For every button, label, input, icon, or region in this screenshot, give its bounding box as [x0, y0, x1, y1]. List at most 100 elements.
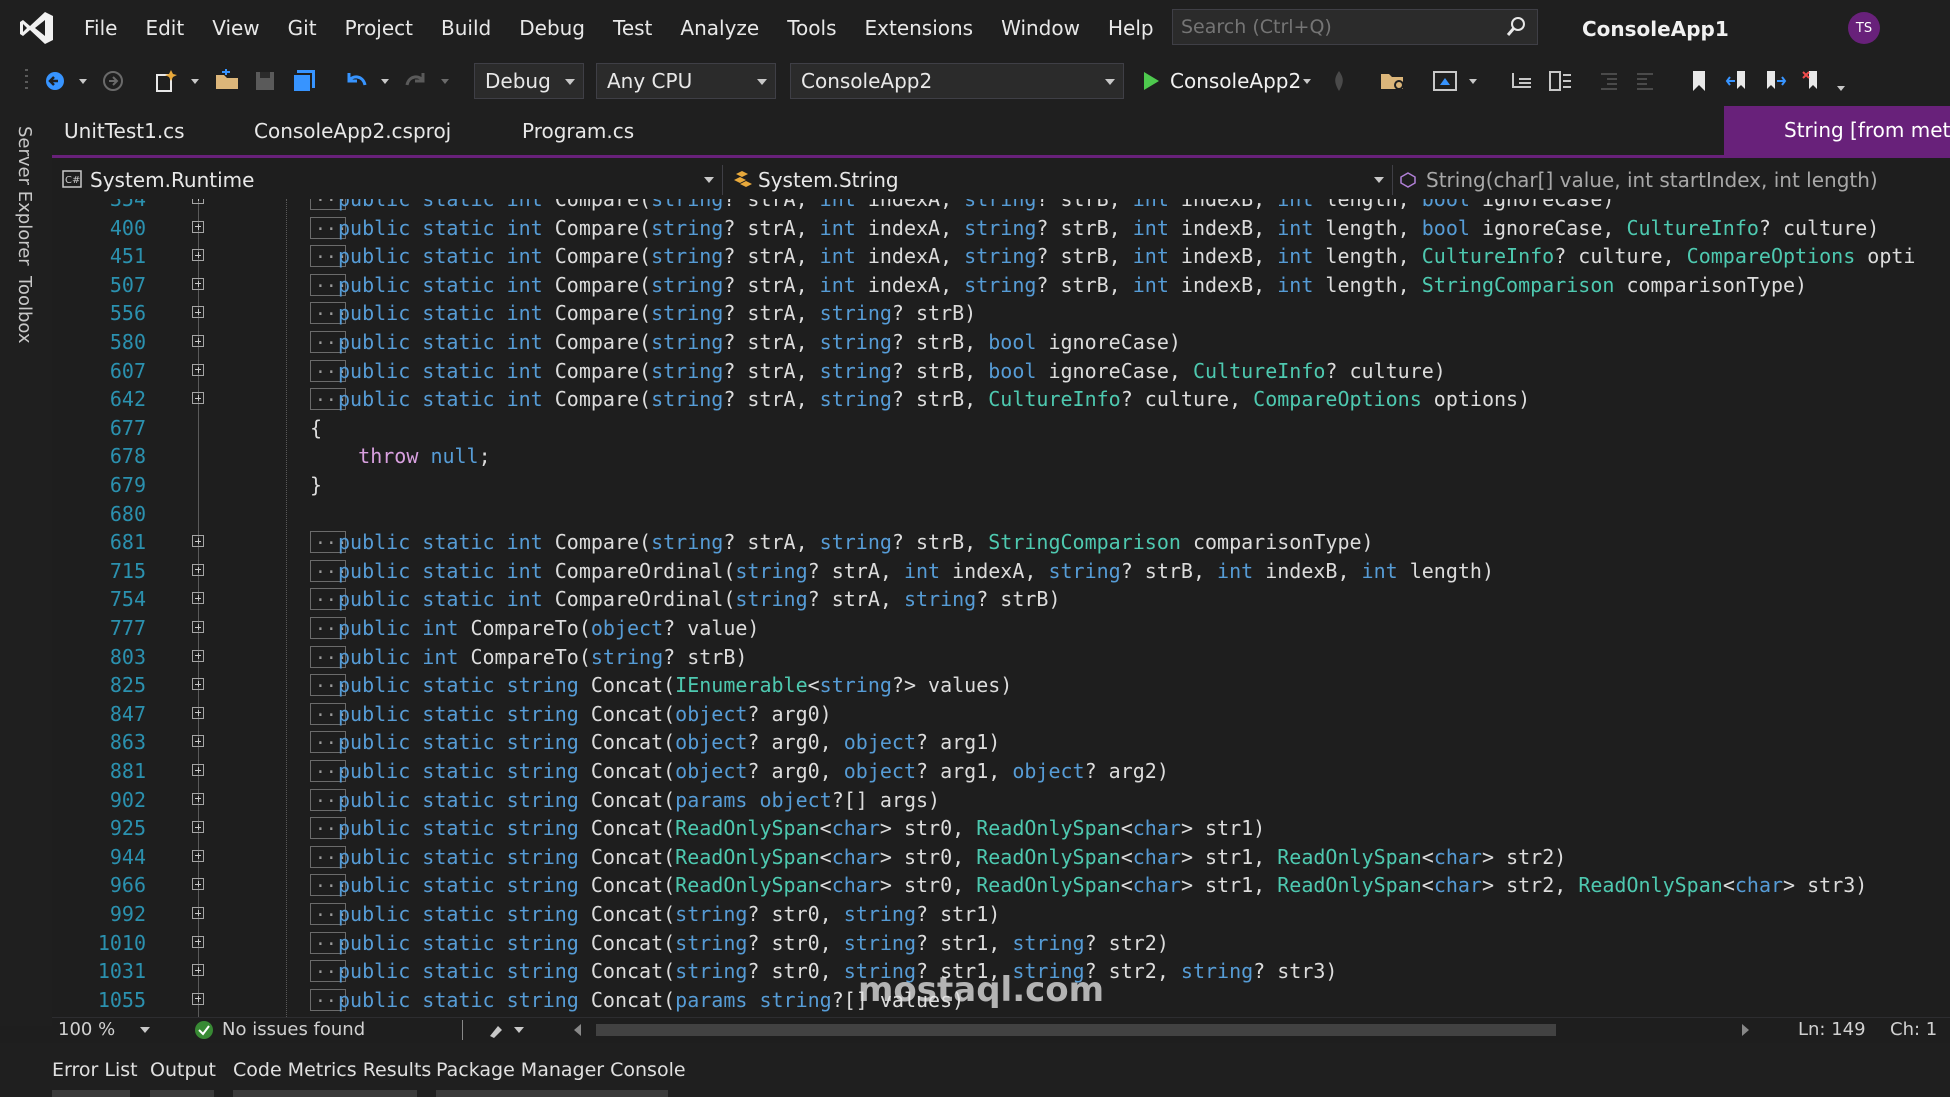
code-line[interactable]: 681 public static int Compare(string? str… — [52, 528, 1950, 557]
code-line[interactable]: 680 — [52, 500, 1950, 529]
code-line[interactable]: 679} — [52, 471, 1950, 500]
previous-bookmark-icon[interactable] — [1722, 56, 1752, 106]
save-all-icon[interactable] — [288, 56, 320, 106]
code-line[interactable]: 825 public static string Concat(IEnumerab… — [52, 671, 1950, 700]
toolbox-tab[interactable]: Toolbox — [14, 276, 35, 344]
code-line[interactable]: 1010 public static string Concat(string? … — [52, 929, 1950, 958]
save-icon[interactable] — [250, 56, 280, 106]
member-dropdown[interactable]: String(char[] value, int startIndex, int… — [1426, 161, 1878, 199]
outline-toggle-icon[interactable] — [192, 220, 204, 233]
start-debugging-icon[interactable] — [1138, 56, 1164, 106]
tab-unittest1[interactable]: UnitTest1.cs — [64, 106, 185, 156]
outline-toggle-icon[interactable] — [192, 849, 204, 862]
code-line[interactable]: 925 public static string Concat(ReadOnlyS… — [52, 814, 1950, 843]
solution-explorer-folder-icon[interactable] — [1376, 56, 1410, 106]
undo-icon[interactable] — [340, 56, 372, 106]
outline-toggle-icon[interactable] — [192, 706, 204, 719]
outline-toggle-icon[interactable] — [192, 878, 204, 891]
clear-bookmarks-icon[interactable] — [1798, 56, 1828, 106]
outline-toggle-icon[interactable] — [192, 335, 204, 347]
zoom-dropdown-icon[interactable] — [140, 1027, 150, 1033]
scroll-left-icon[interactable] — [574, 1024, 581, 1036]
outline-toggle-icon[interactable] — [192, 735, 204, 748]
search-box[interactable] — [1172, 9, 1538, 45]
line-indicator[interactable]: Ln: 149 — [1798, 1018, 1866, 1042]
code-line[interactable]: 754 public static int CompareOrdinal(stri… — [52, 585, 1950, 614]
code-line[interactable]: 507 public static int Compare(string? str… — [52, 271, 1950, 300]
outline-toggle-icon[interactable] — [192, 199, 204, 204]
start-dropdown-icon[interactable] — [1300, 56, 1314, 106]
configuration-select[interactable]: Debug — [474, 63, 584, 99]
horizontal-scrollbar[interactable] — [596, 1024, 1786, 1036]
code-line[interactable]: 863 public static string Concat(object? a… — [52, 728, 1950, 757]
type-dropdown[interactable]: System.String — [758, 161, 899, 199]
outline-toggle-icon[interactable] — [192, 621, 204, 633]
indent-icon[interactable] — [1630, 56, 1660, 106]
tab-output[interactable]: Output — [150, 1043, 216, 1097]
column-indicator[interactable]: Ch: 1 — [1890, 1018, 1937, 1042]
code-line[interactable]: 944 public static string Concat(ReadOnlyS… — [52, 843, 1950, 872]
toggle-file-icon[interactable] — [1544, 56, 1576, 106]
zoom-level[interactable]: 100 % — [58, 1018, 115, 1042]
menu-analyze[interactable]: Analyze — [666, 0, 773, 56]
outline-toggle-icon[interactable] — [192, 535, 204, 548]
code-line[interactable]: 1031 public static string Concat(string? … — [52, 957, 1950, 986]
outline-toggle-icon[interactable] — [192, 992, 204, 1005]
new-dropdown-icon[interactable] — [188, 56, 202, 106]
code-line[interactable]: 607 public static int Compare(string? str… — [52, 357, 1950, 386]
outline-toggle-icon[interactable] — [192, 592, 204, 605]
navigate-back-icon[interactable] — [40, 56, 70, 106]
outline-toggle-icon[interactable] — [192, 935, 204, 948]
menu-test[interactable]: Test — [599, 0, 666, 56]
search-icon[interactable] — [1505, 16, 1527, 42]
new-project-icon[interactable] — [150, 56, 182, 106]
code-line[interactable]: 580 public static int Compare(string? str… — [52, 328, 1950, 357]
menu-project[interactable]: Project — [331, 0, 427, 56]
tab-package-manager-console[interactable]: Package Manager Console — [436, 1043, 686, 1097]
outline-toggle-icon[interactable] — [192, 649, 204, 662]
outline-toggle-icon[interactable] — [192, 792, 204, 805]
menu-file[interactable]: File — [70, 0, 131, 56]
menu-tools[interactable]: Tools — [773, 0, 850, 56]
tab-error-list[interactable]: Error List — [52, 1043, 138, 1097]
outline-toggle-icon[interactable] — [192, 563, 204, 576]
outline-toggle-icon[interactable] — [192, 907, 204, 919]
scroll-right-icon[interactable] — [1742, 1024, 1749, 1036]
code-line[interactable]: 847 public static string Concat(object? a… — [52, 700, 1950, 729]
menu-build[interactable]: Build — [427, 0, 505, 56]
platform-select[interactable]: Any CPU — [596, 63, 776, 99]
tab-string-metadata[interactable]: String [from metadata] — [1724, 106, 1950, 155]
outline-toggle-icon[interactable] — [192, 821, 204, 834]
menu-window[interactable]: Window — [987, 0, 1094, 56]
chevron-down-icon[interactable] — [1374, 177, 1384, 183]
redo-dropdown-icon[interactable] — [438, 56, 452, 106]
menu-extensions[interactable]: Extensions — [851, 0, 988, 56]
menu-help[interactable]: Help — [1094, 0, 1168, 56]
search-input[interactable] — [1173, 15, 1503, 39]
next-bookmark-icon[interactable] — [1760, 56, 1790, 106]
redo-icon[interactable] — [400, 56, 432, 106]
navigate-forward-icon[interactable] — [98, 56, 128, 106]
code-line[interactable]: 642 public static int Compare(string? str… — [52, 385, 1950, 414]
tab-consoleapp2-csproj[interactable]: ConsoleApp2.csproj — [254, 106, 451, 156]
code-line[interactable]: 1055 public static string Concat(params s… — [52, 986, 1950, 1015]
code-line[interactable]: 354 public static int Compare(string? str… — [52, 199, 1950, 214]
toolbar-grip-icon[interactable] — [22, 56, 32, 106]
code-line[interactable]: 556 public static int Compare(string? str… — [52, 299, 1950, 328]
outline-toggle-icon[interactable] — [192, 277, 204, 290]
outline-toggle-icon[interactable] — [192, 764, 204, 776]
tab-program[interactable]: Program.cs — [522, 106, 634, 156]
tab-code-metrics-results[interactable]: Code Metrics Results — [233, 1043, 431, 1097]
startup-project-select[interactable]: ConsoleApp2 — [790, 63, 1124, 99]
browser-dropdown-icon[interactable] — [1466, 56, 1480, 106]
bookmark-icon[interactable] — [1684, 56, 1714, 106]
hot-reload-icon[interactable] — [1324, 56, 1354, 106]
visual-studio-logo-icon[interactable] — [18, 9, 56, 47]
scrollbar-thumb[interactable] — [596, 1024, 1556, 1036]
outline-toggle-icon[interactable] — [192, 306, 204, 319]
outline-toggle-icon[interactable] — [192, 678, 204, 691]
code-line[interactable]: 677 { — [52, 414, 1950, 443]
code-line[interactable]: 715 public static int CompareOrdinal(stri… — [52, 557, 1950, 586]
undo-dropdown-icon[interactable] — [378, 56, 392, 106]
chevron-down-icon[interactable] — [704, 177, 714, 183]
